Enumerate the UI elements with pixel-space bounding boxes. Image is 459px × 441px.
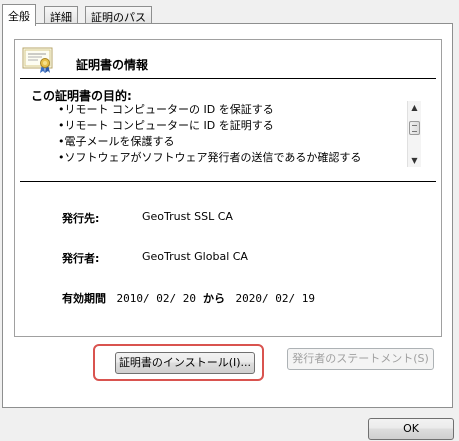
purpose-scrollbar[interactable]: ▲ ▼ [407, 101, 421, 167]
certificate-icon [22, 47, 53, 73]
scroll-up-arrow-icon[interactable]: ▲ [408, 101, 421, 114]
purpose-list: •リモート コンピューターの ID を保証する •リモート コンピューターに I… [58, 102, 403, 166]
purpose-divider [20, 181, 436, 182]
issuer-statement-button[interactable]: 発行者のステートメント(S) [287, 348, 434, 370]
validity-to-label: から [202, 292, 225, 305]
issued-to-label: 発行先: [62, 212, 100, 225]
scroll-down-arrow-icon[interactable]: ▼ [408, 154, 421, 167]
tab-details[interactable]: 詳細 [44, 6, 78, 24]
valid-to-date: 2020/ 02/ 19 [235, 292, 315, 305]
issued-by-label: 発行者: [62, 252, 100, 265]
install-certificate-button[interactable]: 証明書のインストール(I)... [115, 352, 255, 374]
issued-to-value: GeoTrust SSL CA [142, 210, 233, 223]
tab-certification-path[interactable]: 証明のパス [85, 6, 152, 24]
purpose-item: •リモート コンピューターの ID を保証する [58, 103, 274, 116]
validity-label: 有効期間 [62, 292, 106, 305]
validity-row: 有効期間 2010/ 02/ 20 から 2020/ 02/ 19 [62, 290, 315, 306]
certificate-info-box: 証明書の情報 この証明書の目的: •リモート コンピューターの ID を保証する… [14, 39, 442, 337]
title-divider [20, 78, 436, 79]
scrollbar-thumb[interactable] [409, 121, 420, 135]
valid-from-date: 2010/ 02/ 20 [116, 292, 196, 305]
tab-general[interactable]: 全般 [2, 4, 36, 26]
ok-button[interactable]: OK [368, 418, 454, 440]
issued-by-value: GeoTrust Global CA [142, 250, 248, 263]
purpose-item: •ソフトウェアがソフトウェア発行者の送信であるか確認する [58, 151, 362, 164]
certificate-info-title: 証明書の情報 [76, 58, 149, 72]
purpose-item: •電子メールを保護する [58, 135, 175, 148]
purpose-item: •リモート コンピューターに ID を証明する [58, 119, 274, 132]
